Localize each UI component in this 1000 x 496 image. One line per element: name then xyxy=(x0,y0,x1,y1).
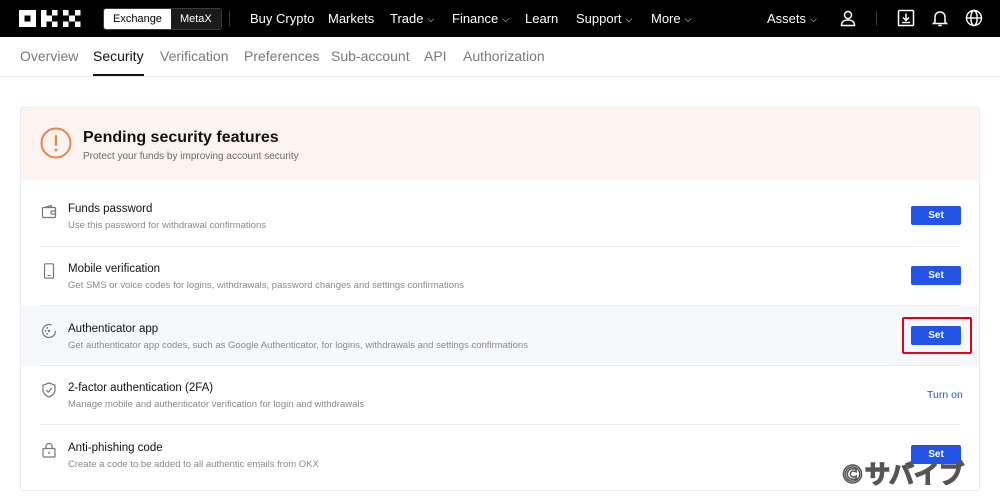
nav-buy-crypto[interactable]: Buy Crypto xyxy=(250,0,314,37)
chevron-down-icon: ⌵ xyxy=(810,14,817,24)
wallet-icon xyxy=(41,204,57,219)
feature-title: 2-factor authentication (2FA) xyxy=(68,382,214,394)
feature-row-funds-password: Funds password Use this password for wit… xyxy=(21,186,979,246)
tab-security[interactable]: Security xyxy=(93,37,144,77)
feature-row-mobile-verification: Mobile verification Get SMS or voice cod… xyxy=(21,246,979,306)
download-icon[interactable] xyxy=(897,9,915,27)
exchange-metax-switcher: Exchange MetaX xyxy=(103,8,222,30)
nav-trade[interactable]: Trade ⌵ xyxy=(390,0,434,37)
lock-icon xyxy=(42,442,56,458)
nav-learn[interactable]: Learn xyxy=(525,0,558,37)
mobile-verification-set-button[interactable]: Set xyxy=(911,266,961,285)
top-navbar: Exchange MetaX Buy Crypto Markets Trade ⌵… xyxy=(0,0,1000,37)
nav-more[interactable]: More ⌵ xyxy=(651,0,691,37)
icon-divider xyxy=(876,11,877,26)
nav-markets-label: Markets xyxy=(328,11,375,26)
nav-support[interactable]: Support ⌵ xyxy=(576,0,632,37)
funds-password-set-button[interactable]: Set xyxy=(911,206,961,225)
watermark: ©サバイブ xyxy=(839,459,965,490)
tab-overview[interactable]: Overview xyxy=(20,37,78,77)
nav-finance[interactable]: Finance ⌵ xyxy=(452,0,509,37)
feature-row-anti-phishing: Anti-phishing code Create a code to be a… xyxy=(21,425,979,485)
chevron-down-icon: ⌵ xyxy=(625,14,633,24)
feature-title: Anti-phishing code xyxy=(68,442,163,454)
user-icon[interactable] xyxy=(839,9,857,27)
bell-icon[interactable] xyxy=(931,9,949,27)
feature-desc: Get SMS or voice codes for logins, withd… xyxy=(68,280,465,291)
nav-more-label: More xyxy=(651,11,681,26)
feature-title: Funds password xyxy=(68,203,153,215)
banner-title: Pending security features xyxy=(83,129,279,146)
nav-trade-label: Trade xyxy=(390,11,424,26)
feature-desc: Use this password for withdrawal confirm… xyxy=(68,220,266,231)
feature-row-2fa: 2-factor authentication (2FA) Manage mob… xyxy=(21,365,979,425)
feature-row-authenticator-app: Authenticator app Get authenticator app … xyxy=(21,306,979,366)
nav-support-label: Support xyxy=(576,11,622,26)
chevron-down-icon: ⌵ xyxy=(502,14,510,24)
feature-desc: Get authenticator app codes, such as Goo… xyxy=(68,340,528,351)
nav-finance-label: Finance xyxy=(452,11,499,26)
nav-markets[interactable]: Markets xyxy=(328,0,374,37)
nav-buy-crypto-label: Buy Crypto xyxy=(250,11,315,26)
2fa-turn-on-link[interactable]: Turn on xyxy=(927,389,963,401)
banner-subtitle: Protect your funds by improving account … xyxy=(83,151,299,162)
switcher-exchange[interactable]: Exchange xyxy=(104,9,171,29)
authenticator-icon xyxy=(41,323,57,339)
okx-logo[interactable] xyxy=(19,10,81,27)
shield-icon xyxy=(42,382,56,398)
switcher-metax[interactable]: MetaX xyxy=(170,9,221,29)
phone-icon xyxy=(43,263,55,279)
feature-desc: Create a code to be added to all authent… xyxy=(68,459,319,470)
feature-title: Authenticator app xyxy=(68,323,159,335)
tab-sub-account[interactable]: Sub-account xyxy=(331,37,410,77)
pending-security-card: Pending security features Protect your f… xyxy=(20,107,980,491)
chevron-down-icon: ⌵ xyxy=(427,14,435,24)
annotation-highlight-box xyxy=(902,317,972,354)
feature-desc: Manage mobile and authenticator verifica… xyxy=(68,399,365,410)
nav-assets[interactable]: Assets ⌵ xyxy=(767,0,817,37)
feature-title: Mobile verification xyxy=(68,263,161,275)
tab-api[interactable]: API xyxy=(424,37,447,77)
pending-security-banner: Pending security features Protect your f… xyxy=(21,108,979,180)
account-tabs: Overview Security Verification Preferenc… xyxy=(0,37,1000,77)
warning-icon xyxy=(40,127,72,159)
tab-verification[interactable]: Verification xyxy=(160,37,228,77)
nav-assets-label: Assets xyxy=(767,11,807,26)
nav-divider xyxy=(229,11,230,26)
chevron-down-icon: ⌵ xyxy=(684,14,692,24)
globe-icon[interactable] xyxy=(965,9,983,27)
nav-learn-label: Learn xyxy=(525,11,559,26)
tab-preferences[interactable]: Preferences xyxy=(244,37,319,77)
tab-authorization[interactable]: Authorization xyxy=(463,37,545,77)
